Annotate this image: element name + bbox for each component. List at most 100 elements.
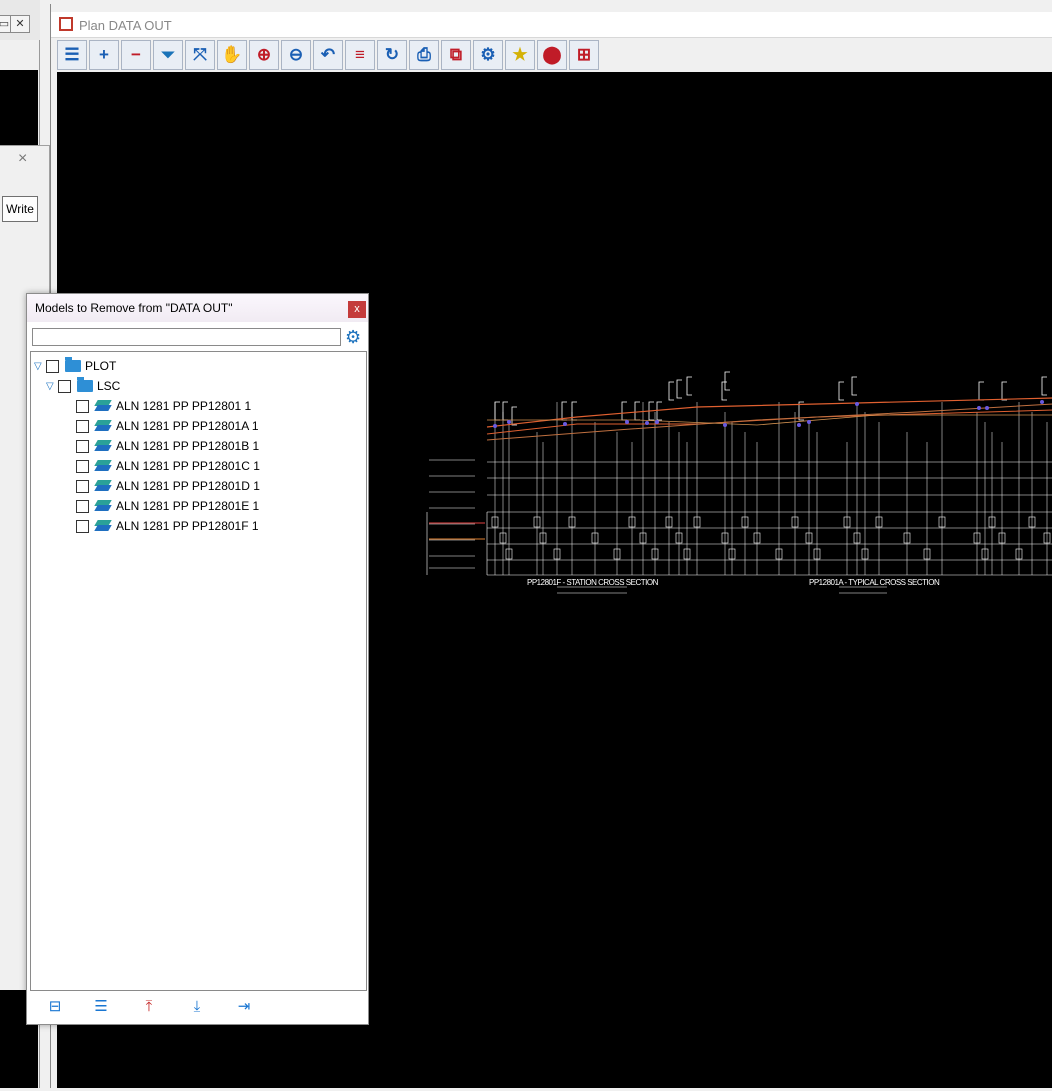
- undo-view-icon[interactable]: ↶: [313, 40, 343, 70]
- checkbox[interactable]: [76, 399, 89, 413]
- tree-node-model[interactable]: ALN 1281 PP PP12801B 1: [76, 437, 259, 455]
- pan-funnel-icon[interactable]: ⏷: [153, 40, 183, 70]
- model-label: ALN 1281 PP PP12801 1: [116, 399, 252, 413]
- expand-arrow-icon[interactable]: ▽: [46, 381, 58, 392]
- drawing-line: [494, 401, 500, 421]
- drawing-line: [655, 420, 659, 424]
- tree-node-label: PLOT: [85, 359, 117, 373]
- model-label: ALN 1281 PP PP12801E 1: [116, 499, 260, 513]
- tree-node-model[interactable]: ALN 1281 PP PP12801 1: [76, 397, 251, 415]
- drawing-line: [797, 423, 801, 427]
- drawing-line: [1040, 400, 1044, 404]
- drawing-line: [723, 423, 727, 427]
- drawing-line: [561, 401, 567, 421]
- move-top-icon[interactable]: ⤒: [138, 997, 160, 1017]
- drawing-line: [676, 379, 682, 399]
- layers-icon: [94, 500, 112, 512]
- clear-list-icon[interactable]: ☰: [90, 997, 112, 1017]
- drawing-line: [807, 420, 811, 424]
- settings-gear-icon[interactable]: ⚙: [473, 40, 503, 70]
- plan-toolbar: ☰ + − ⏷ ⤧ ✋ ⊕ ⊖ ↶ ≡ ↻ ⎙ ⧉ ⚙ ★ ⬤ ⊞: [57, 40, 599, 72]
- drawing-line: [978, 381, 984, 401]
- section-label-1: PP12801F - STATION CROSS SECTION: [527, 578, 658, 587]
- write-button[interactable]: Write: [2, 196, 38, 222]
- dialog-titlebar: Models to Remove from "DATA OUT" x: [27, 294, 368, 322]
- drawing-line: [686, 376, 692, 396]
- drawing-line: [507, 420, 511, 424]
- model-tree: ▽ PLOT ▽ LSC ALN 1281 PP PP12801 1 ALN 12…: [30, 351, 367, 991]
- drawing-line: [668, 381, 674, 401]
- drawing-line: [1041, 376, 1047, 396]
- tree-node-lsc[interactable]: ▽ LSC: [46, 377, 120, 395]
- checkbox[interactable]: [76, 459, 89, 473]
- tree-node-model[interactable]: ALN 1281 PP PP12801F 1: [76, 517, 259, 535]
- plan-window-title: Plan DATA OUT: [79, 18, 172, 33]
- expand-arrow-icon[interactable]: ▽: [34, 361, 46, 372]
- tree-node-model[interactable]: ALN 1281 PP PP12801C 1: [76, 457, 260, 475]
- print-icon[interactable]: ⎙: [409, 40, 439, 70]
- model-label: ALN 1281 PP PP12801D 1: [116, 479, 260, 493]
- folder-icon: [77, 377, 93, 392]
- drawing-line: [502, 401, 508, 421]
- drawing-line: [838, 381, 844, 401]
- section-label-2: PP12801A - TYPICAL CROSS SECTION: [809, 578, 940, 587]
- drawing-line: [977, 406, 981, 410]
- dialog-bottom-toolbar: ⊟ ☰ ⤒ ⤓ ⇥: [30, 994, 367, 1020]
- close-button[interactable]: ✕: [10, 15, 30, 33]
- plot-export-icon[interactable]: ⧉: [441, 40, 471, 70]
- model-label: ALN 1281 PP PP12801A 1: [116, 419, 259, 433]
- menu-icon[interactable]: ☰: [57, 40, 87, 70]
- redraw-icon[interactable]: ↻: [377, 40, 407, 70]
- drawing-line: [511, 406, 517, 426]
- drawing-line: [851, 376, 857, 396]
- layers-toggle-icon[interactable]: ≡: [345, 40, 375, 70]
- drawing-line: [645, 421, 649, 425]
- panel-close-icon[interactable]: ×: [18, 150, 27, 168]
- tree-node-model[interactable]: ALN 1281 PP PP12801D 1: [76, 477, 260, 495]
- model-label: ALN 1281 PP PP12801B 1: [116, 439, 260, 453]
- collapse-icon[interactable]: ⊟: [44, 997, 66, 1017]
- tree-node-model[interactable]: ALN 1281 PP PP12801A 1: [76, 417, 259, 435]
- favorite-star-icon[interactable]: ★: [505, 40, 535, 70]
- zoom-out-minus-icon[interactable]: −: [121, 40, 151, 70]
- drawing-line: [724, 371, 730, 391]
- dialog-close-button[interactable]: x: [348, 301, 366, 318]
- settings-gear-icon[interactable]: ⚙: [345, 328, 361, 346]
- drawing-line: [625, 420, 629, 424]
- layers-icon: [94, 520, 112, 532]
- location-pin-icon[interactable]: ⬤: [537, 40, 567, 70]
- zoom-out-window-icon[interactable]: ⊖: [281, 40, 311, 70]
- move-bottom-icon[interactable]: ⤓: [186, 997, 208, 1017]
- drawing-line: [656, 401, 662, 421]
- drawing-line: [985, 406, 989, 410]
- checkbox[interactable]: [76, 479, 89, 493]
- model-search-input[interactable]: [32, 328, 341, 346]
- zoom-window-icon[interactable]: ⊕: [249, 40, 279, 70]
- plan-titlebar: Plan DATA OUT: [51, 12, 1052, 38]
- drawing-line: [634, 401, 640, 421]
- checkbox[interactable]: [76, 419, 89, 433]
- model-label: ALN 1281 PP PP12801F 1: [116, 519, 259, 533]
- checkbox[interactable]: [76, 439, 89, 453]
- drawing-line: [621, 401, 627, 421]
- zoom-in-plus-icon[interactable]: +: [89, 40, 119, 70]
- tree-node-plot[interactable]: ▽ PLOT: [34, 357, 116, 375]
- hand-pan-icon[interactable]: ✋: [217, 40, 247, 70]
- plan-window-icon: [59, 17, 73, 31]
- drawing-line: [493, 424, 497, 428]
- fit-extents-icon[interactable]: ⤧: [185, 40, 215, 70]
- checkbox[interactable]: [76, 499, 89, 513]
- layers-icon: [94, 440, 112, 452]
- grid-layout-icon[interactable]: ⊞: [569, 40, 599, 70]
- layers-icon: [94, 480, 112, 492]
- drawing-line: [855, 402, 859, 406]
- layers-icon: [94, 400, 112, 412]
- checkbox[interactable]: [76, 519, 89, 533]
- layers-icon: [94, 420, 112, 432]
- tree-node-model[interactable]: ALN 1281 PP PP12801E 1: [76, 497, 259, 515]
- tree-node-label: LSC: [97, 379, 121, 393]
- checkbox[interactable]: [46, 359, 59, 373]
- import-icon[interactable]: ⇥: [233, 997, 255, 1017]
- models-remove-dialog: Models to Remove from "DATA OUT" x ⚙ ▽ P…: [26, 293, 369, 1025]
- checkbox[interactable]: [58, 379, 71, 393]
